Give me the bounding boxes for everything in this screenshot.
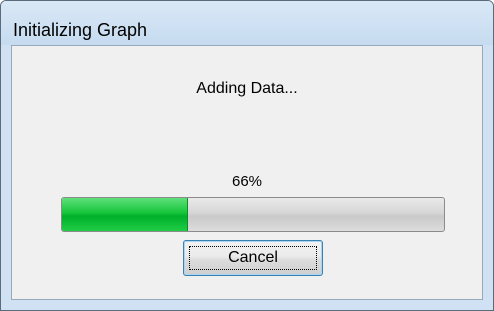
- cancel-button[interactable]: Cancel: [183, 240, 323, 276]
- dialog-content: Adding Data... 66% Cancel: [11, 45, 483, 300]
- progress-bar: [61, 197, 445, 232]
- title-bar[interactable]: Initializing Graph: [1, 1, 493, 45]
- progress-bar-fill: [62, 198, 189, 231]
- progress-percent-label: 66%: [231, 173, 263, 190]
- cancel-button-label: Cancel: [228, 249, 278, 266]
- status-message: Adding Data...: [196, 80, 298, 97]
- window-title: Initializing Graph: [13, 20, 148, 40]
- progress-dialog-window: Initializing Graph Adding Data... 66% Ca…: [0, 0, 494, 311]
